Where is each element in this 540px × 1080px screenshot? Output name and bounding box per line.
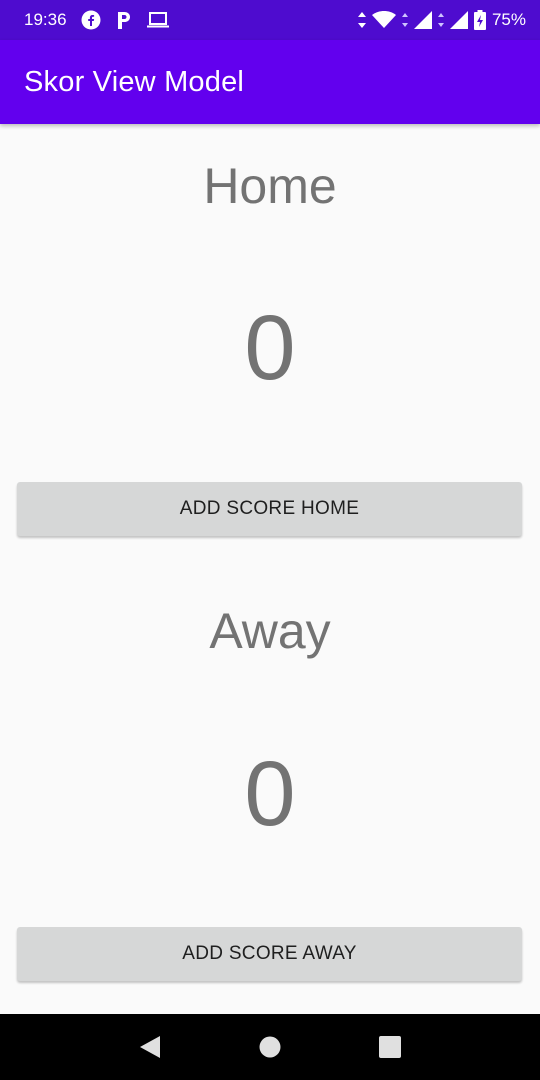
recents-icon[interactable] — [370, 1027, 410, 1067]
back-icon[interactable] — [130, 1027, 170, 1067]
home-icon[interactable] — [250, 1027, 290, 1067]
home-team-label: Home — [203, 158, 337, 214]
signal-icon — [449, 11, 468, 29]
away-score: 0 — [244, 743, 296, 845]
laptop-icon — [146, 11, 169, 29]
status-time: 19:36 — [24, 10, 67, 29]
add-score-away-button[interactable]: ADD SCORE AWAY — [17, 927, 522, 981]
data-arrows-icon — [357, 12, 366, 28]
home-score: 0 — [244, 297, 296, 399]
battery-charging-icon — [473, 10, 486, 30]
signal-icon — [413, 11, 432, 29]
away-team-label: Away — [209, 603, 331, 659]
data-arrows-icon — [437, 13, 444, 27]
battery-percent: 75% — [491, 10, 526, 29]
wifi-icon — [371, 11, 396, 29]
add-score-home-button[interactable]: ADD SCORE HOME — [17, 482, 522, 536]
status-bar: 19:36 75% — [0, 0, 540, 40]
score-board: Home 0 ADD SCORE HOME Away 0 ADD SCORE A… — [0, 124, 540, 1014]
system-nav-bar — [0, 1014, 540, 1080]
app-title: Skor View Model — [24, 65, 245, 98]
data-arrows-icon — [401, 13, 408, 27]
facebook-icon — [81, 10, 101, 30]
app-bar: Skor View Model — [0, 40, 540, 124]
p-app-icon — [115, 10, 133, 30]
